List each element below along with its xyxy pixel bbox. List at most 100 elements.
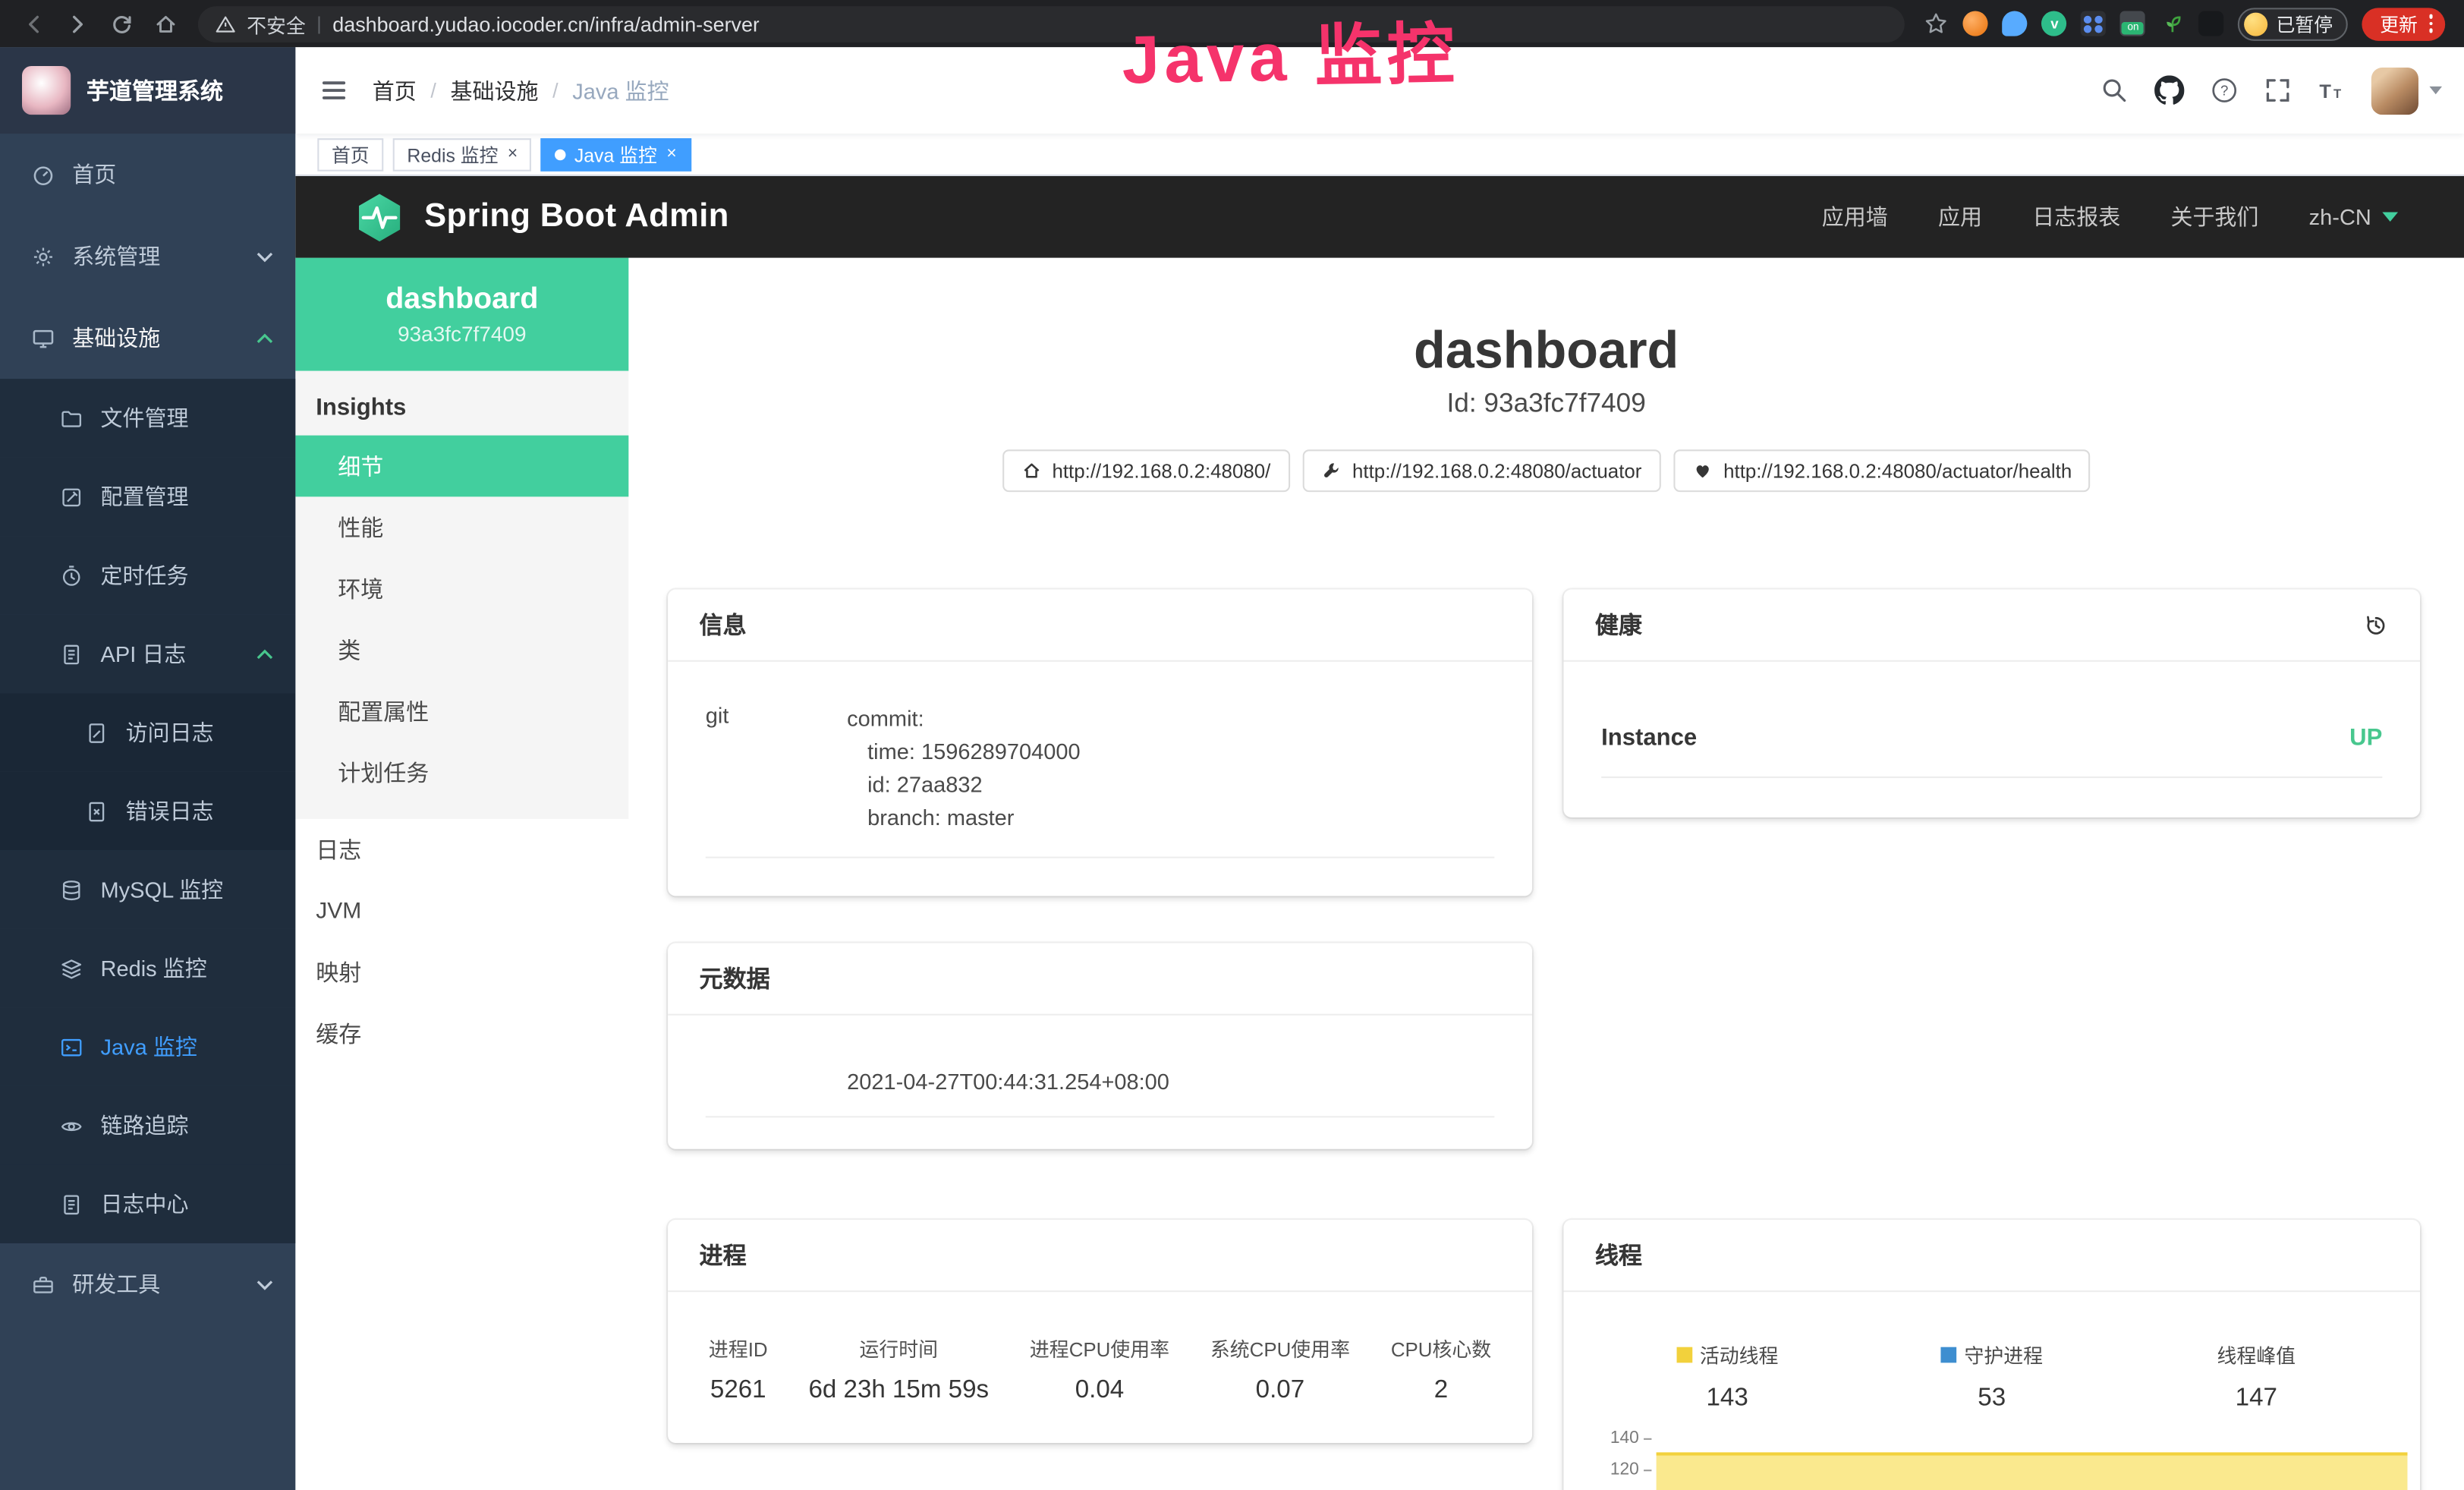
info-git-label: git	[706, 703, 847, 835]
user-menu[interactable]	[2371, 67, 2442, 114]
search-icon[interactable]	[2101, 77, 2128, 103]
edit-icon	[60, 485, 83, 509]
proxy-extension-icon[interactable]: on	[2120, 11, 2145, 36]
extension-icon[interactable]	[2003, 11, 2028, 36]
sidebar-item-home[interactable]: 首页	[0, 134, 295, 216]
health-url-button[interactable]: http://192.168.0.2:48080/actuator/health	[1673, 449, 2091, 492]
sba-item-metrics[interactable]: 性能	[295, 496, 628, 558]
update-label: 更新	[2380, 10, 2418, 36]
sba-item-configprops[interactable]: 配置属性	[295, 681, 628, 742]
sba-item-logs[interactable]: 日志	[295, 819, 628, 880]
sidebar-item-system[interactable]: 系统管理	[0, 216, 295, 298]
sidebar-item-redis[interactable]: Redis 监控	[0, 929, 295, 1008]
sba-item-mappings[interactable]: 映射	[295, 941, 628, 1003]
legend-swatch-blue	[1940, 1347, 1956, 1362]
sidebar-submenu-infra: 文件管理 配置管理 定时任务 API 日志 访问日志 错误日志	[0, 379, 295, 1243]
page-title: dashboard	[628, 320, 2464, 380]
sba-item-jvm[interactable]: JVM	[295, 880, 628, 942]
process-col-pid: 进程ID 5261	[709, 1333, 768, 1405]
extension-icon[interactable]: v	[2042, 11, 2067, 36]
locale-selector[interactable]: zh-CN	[2309, 204, 2398, 229]
address-bar[interactable]: 不安全 | dashboard.yudao.iocoder.cn/infra/a…	[198, 5, 1905, 42]
process-col-cpu: 进程CPU使用率 0.04	[1030, 1333, 1169, 1405]
security-warning-icon	[216, 14, 236, 34]
sba-nav-about[interactable]: 关于我们	[2170, 201, 2258, 232]
sidebar-item-mysql[interactable]: MySQL 监控	[0, 850, 295, 929]
tab-redis[interactable]: Redis 监控 ×	[393, 137, 532, 170]
process-card-title: 进程	[700, 1239, 747, 1271]
sba-item-details[interactable]: 细节	[295, 436, 628, 497]
fullscreen-icon[interactable]	[2264, 77, 2291, 103]
sba-item-environment[interactable]: 环境	[295, 558, 628, 619]
app-logo[interactable]: 芋道管理系统	[0, 47, 295, 134]
info-card-title: 信息	[700, 608, 747, 641]
chevron-down-icon	[2382, 213, 2398, 222]
extension-icon[interactable]	[2160, 11, 2185, 36]
sidebar-item-access-log[interactable]: 访问日志	[0, 693, 295, 772]
breadcrumb: 首页 / 基础设施 / Java 监控	[373, 74, 669, 106]
sba-nav-wall[interactable]: 应用墙	[1822, 201, 1888, 232]
hamburger-icon[interactable]	[295, 75, 372, 105]
paused-label: 已暂停	[2276, 10, 2333, 36]
sidebar-item-api-log[interactable]: API 日志	[0, 615, 295, 694]
breadcrumb-infra[interactable]: 基础设施	[451, 74, 539, 106]
actuator-url-button[interactable]: http://192.168.0.2:48080/actuator	[1302, 449, 1661, 492]
sidebar-item-job[interactable]: 定时任务	[0, 536, 295, 615]
page-instance-id: Id: 93a3fc7f7409	[628, 388, 2464, 419]
tab-home[interactable]: 首页	[317, 137, 383, 170]
sba-item-classes[interactable]: 类	[295, 619, 628, 681]
service-url-button[interactable]: http://192.168.0.2:48080/	[1002, 449, 1289, 492]
timer-icon	[60, 563, 83, 587]
profile-avatar-emoji	[2245, 12, 2268, 36]
extension-icon[interactable]	[2199, 11, 2224, 36]
sba-brand[interactable]: Spring Boot Admin	[295, 191, 729, 243]
kebab-menu-icon[interactable]	[2428, 14, 2432, 33]
history-icon[interactable]	[2363, 613, 2388, 638]
sidebar-item-log-center[interactable]: 日志中心	[0, 1164, 295, 1243]
profile-paused-badge[interactable]: 已暂停	[2239, 7, 2349, 39]
metadata-startup-value: 2021-04-27T00:44:31.254+08:00	[847, 1069, 1169, 1094]
log-edit-icon	[85, 720, 109, 744]
security-label: 不安全	[247, 8, 306, 38]
sidebar-item-infra[interactable]: 基础设施	[0, 297, 295, 379]
dashboard-icon	[31, 162, 55, 186]
sba-item-caches[interactable]: 缓存	[295, 1003, 628, 1064]
sidebar-item-devtools[interactable]: 研发工具	[0, 1243, 295, 1325]
metadata-startup-label	[706, 1069, 847, 1094]
reload-icon[interactable]	[101, 3, 142, 44]
font-size-icon[interactable]: TT	[2318, 77, 2344, 103]
document-icon	[60, 642, 83, 666]
sba-item-scheduledtasks[interactable]: 计划任务	[295, 742, 628, 803]
extension-icon[interactable]	[2082, 11, 2107, 36]
close-icon[interactable]: ×	[666, 146, 676, 163]
sba-navbar: Spring Boot Admin 应用墙 应用 日志报表 关于我们 zh-CN	[295, 176, 2464, 258]
bookmark-star-icon[interactable]	[1924, 11, 1949, 36]
url-text[interactable]: dashboard.yudao.iocoder.cn/infra/admin-s…	[332, 12, 760, 36]
home-icon[interactable]	[145, 3, 186, 44]
sba-nav-journal[interactable]: 日志报表	[2032, 201, 2120, 232]
sba-nav-applications[interactable]: 应用	[1938, 201, 1982, 232]
gear-icon	[31, 244, 55, 268]
live-threads-area	[1657, 1452, 2408, 1490]
user-avatar[interactable]	[2371, 67, 2418, 114]
log-error-icon	[85, 799, 109, 823]
close-icon[interactable]: ×	[508, 146, 518, 163]
process-col-cores: CPU核心数 2	[1391, 1333, 1491, 1405]
document-icon	[60, 1192, 83, 1216]
github-icon[interactable]	[2154, 75, 2184, 105]
browser-update-button[interactable]: 更新	[2362, 7, 2445, 39]
sidebar-item-java[interactable]: Java 监控	[0, 1007, 295, 1086]
sidebar-item-error-log[interactable]: 错误日志	[0, 772, 295, 851]
sidebar-item-file[interactable]: 文件管理	[0, 379, 295, 458]
sidebar-item-config[interactable]: 配置管理	[0, 458, 295, 537]
breadcrumb-home[interactable]: 首页	[373, 74, 417, 106]
sba-logo-icon	[354, 191, 405, 243]
tab-java[interactable]: Java 监控 ×	[541, 137, 691, 170]
sidebar-item-trace[interactable]: 链路追踪	[0, 1086, 295, 1165]
help-icon[interactable]: ?	[2211, 77, 2238, 103]
database-icon	[60, 878, 83, 902]
back-icon[interactable]	[13, 3, 54, 44]
extension-icon[interactable]	[1963, 11, 1988, 36]
forward-icon[interactable]	[57, 3, 98, 44]
monitor-icon	[31, 326, 55, 350]
